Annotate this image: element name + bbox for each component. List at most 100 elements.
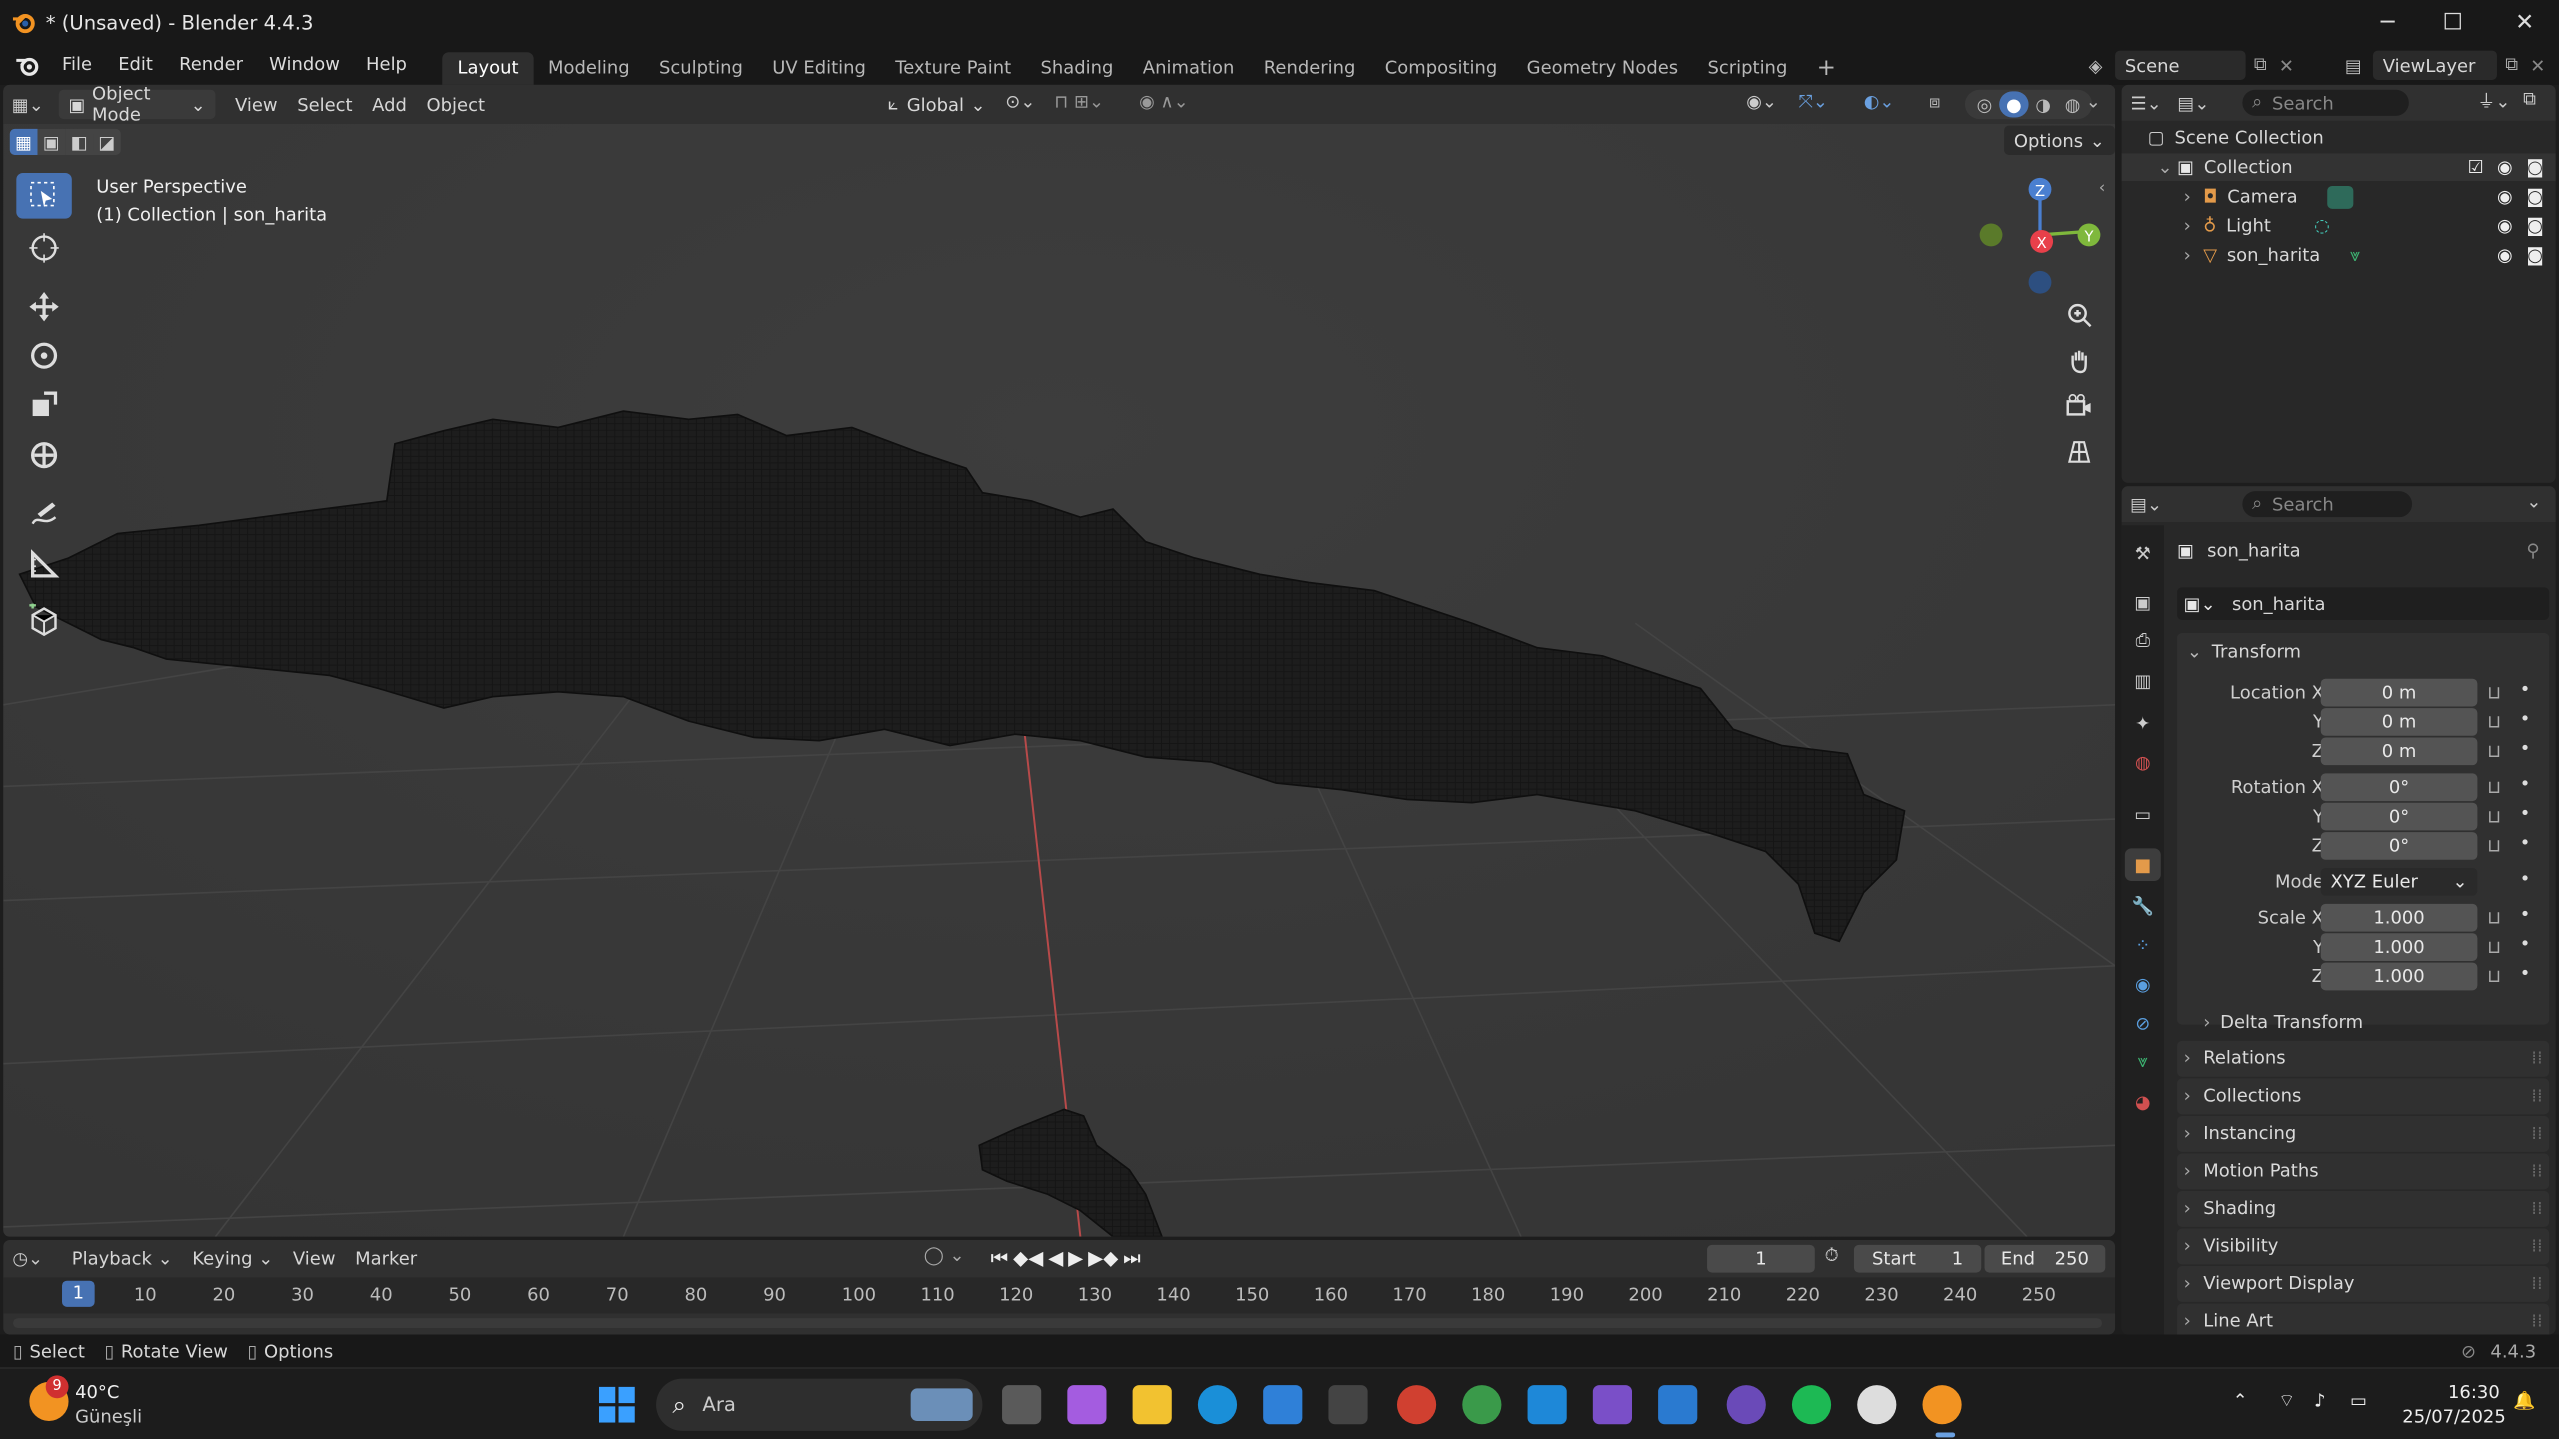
tab-texture-paint[interactable]: Texture Paint	[881, 52, 1026, 85]
drag-handle-icon[interactable]: ⁞⁞	[2531, 1041, 2542, 1077]
shading-options-chevron-icon[interactable]: ⌄	[2086, 91, 2101, 112]
keyframe-dot-icon[interactable]: •	[2520, 708, 2531, 729]
weather-temp[interactable]: 40°C	[75, 1382, 119, 1403]
panel-relations[interactable]: › Relations ⁞⁞	[2177, 1040, 2550, 1077]
transform-panel-header[interactable]: ⌄ Transform	[2177, 633, 2549, 669]
edge-icon[interactable]	[1197, 1385, 1238, 1425]
physics-tab-icon[interactable]: ◉	[2128, 969, 2157, 998]
outliner-item-light[interactable]: › ♁ Light ◌ ◉ ◙	[2122, 212, 2556, 240]
world-tab-icon[interactable]: ◍	[2128, 747, 2157, 776]
expand-chevron-icon[interactable]: ›	[2184, 215, 2204, 236]
delta-transform-subpanel[interactable]: › Delta Transform	[2203, 1008, 2363, 1034]
tray-chevron-icon[interactable]: ⌃	[2233, 1390, 2248, 1411]
timeline-menu-view[interactable]: View	[283, 1247, 345, 1268]
drag-handle-icon[interactable]: ⁞⁞	[2531, 1266, 2542, 1302]
timeline-menu-keying[interactable]: Keying ⌄	[182, 1247, 283, 1268]
expand-chevron-icon[interactable]: ›	[2184, 186, 2204, 207]
delete-scene-icon[interactable]: ✕	[2275, 55, 2298, 76]
location-y-field[interactable]: 0 m	[2320, 708, 2478, 736]
lock-icon[interactable]: ⊔	[2487, 682, 2501, 703]
select-new-icon[interactable]: ▦	[9, 128, 38, 155]
expand-chevron-icon[interactable]: ⌄	[2158, 157, 2178, 178]
visibility-eye-icon[interactable]: ◉	[2497, 157, 2513, 178]
jump-keyframe-forward-icon[interactable]: ▶◆	[1088, 1246, 1118, 1269]
navigation-gizmo[interactable]: Z Y X	[1971, 170, 2111, 301]
scene-name[interactable]: Scene	[2115, 50, 2246, 80]
rotation-y-field[interactable]: 0°	[2320, 802, 2478, 831]
drag-handle-icon[interactable]: ⁞⁞	[2531, 1229, 2542, 1265]
notepad-icon[interactable]	[1658, 1385, 1698, 1425]
keyframe-dot-icon[interactable]: •	[2520, 737, 2531, 758]
outliner-editor-type-icon[interactable]: ☰⌄	[2122, 92, 2171, 113]
menu-render[interactable]: Render	[166, 46, 256, 85]
viewport-menu-view[interactable]: View	[225, 94, 287, 115]
jump-keyframe-back-icon[interactable]: ◆◀	[1013, 1246, 1043, 1269]
jump-start-icon[interactable]: ⏮	[991, 1246, 1009, 1270]
gizmo-toggle-icon[interactable]: ⤧⌄	[1798, 91, 1827, 114]
scene-selector[interactable]: ◈ Scene ⧉ ✕	[2076, 50, 2298, 80]
visibility-eye-icon[interactable]: ◉	[2497, 215, 2513, 236]
3d-viewport[interactable]: ▦⌄ ▣ Object Mode ⌄ View Select Add Object …	[3, 84, 2116, 1237]
lock-icon[interactable]: ⊔	[2487, 806, 2501, 827]
menu-help[interactable]: Help	[353, 46, 420, 85]
timeline-editor-type-icon[interactable]: ◷⌄	[3, 1247, 52, 1268]
keyframe-dot-icon[interactable]: •	[2520, 803, 2531, 824]
orientation-dropdown[interactable]: ⟀ Global ⌄	[878, 90, 992, 119]
visibility-eye-icon[interactable]: ◉	[2497, 186, 2513, 207]
task-view-icon[interactable]	[1002, 1385, 1042, 1425]
tab-layout[interactable]: Layout	[442, 52, 534, 85]
menu-file[interactable]: File	[49, 46, 105, 85]
viewport-menu-select[interactable]: Select	[287, 94, 362, 115]
collection-row[interactable]: ⌄ ▣ Collection ☑ ◉ ◙	[2121, 153, 2556, 182]
camera-data-icon[interactable]	[2327, 185, 2354, 209]
blender-taskbar-icon[interactable]	[1922, 1385, 1962, 1425]
jump-end-icon[interactable]: ⏭	[1123, 1246, 1141, 1270]
rotation-z-field[interactable]: 0°	[2320, 832, 2478, 860]
timeline-menu-marker[interactable]: Marker	[345, 1247, 427, 1268]
data-tab-icon[interactable]: ⩔	[2128, 1047, 2157, 1076]
keyframe-dot-icon[interactable]: •	[2520, 904, 2531, 925]
mode-dropdown[interactable]: ▣ Object Mode ⌄	[58, 85, 216, 126]
measure-tool-icon[interactable]	[16, 542, 71, 588]
add-workspace-button[interactable]: +	[1802, 52, 1851, 85]
location-z-field[interactable]: 0 m	[2320, 737, 2478, 766]
tab-uv-editing[interactable]: UV Editing	[758, 52, 881, 85]
move-tool-icon[interactable]	[16, 284, 71, 330]
new-collection-icon[interactable]: ⧉	[2523, 88, 2536, 111]
annotate-tool-icon[interactable]	[16, 491, 71, 537]
overlay-toggle-icon[interactable]: ◐⌄	[1864, 91, 1895, 112]
pin-icon[interactable]: ⚲	[2526, 539, 2539, 560]
viewlayer-name[interactable]: ViewLayer	[2372, 50, 2497, 80]
copilot-icon[interactable]	[1067, 1385, 1107, 1425]
location-x-field[interactable]: 0 m	[2320, 678, 2478, 707]
pan-hand-icon[interactable]	[2058, 339, 2100, 381]
auto-keying-icon[interactable]: ◯ ⌄	[924, 1245, 965, 1266]
keyframe-dot-icon[interactable]: •	[2520, 933, 2531, 954]
current-frame-field[interactable]: 1	[1707, 1244, 1815, 1273]
play-icon[interactable]: ▶	[1068, 1246, 1083, 1269]
timeline-scrollbar[interactable]	[13, 1318, 2103, 1329]
drag-handle-icon[interactable]: ⁞⁞	[2531, 1078, 2542, 1114]
vscode-icon[interactable]	[1527, 1385, 1567, 1425]
timeline-menu-playback[interactable]: Playback ⌄	[62, 1247, 182, 1268]
panel-visibility[interactable]: › Visibility ⁞⁞	[2177, 1228, 2550, 1265]
panel-instancing[interactable]: › Instancing ⁞⁞	[2177, 1115, 2550, 1152]
render-camera-icon[interactable]: ◙	[2526, 157, 2543, 178]
proportional-edit-icon[interactable]: ◉ ∧⌄	[1139, 91, 1189, 112]
ortho-grid-icon[interactable]	[2058, 431, 2100, 473]
keyframe-dot-icon[interactable]: •	[2520, 868, 2531, 889]
volume-icon[interactable]: ♪	[2314, 1390, 2325, 1411]
object-tab-icon[interactable]: ■	[2124, 848, 2161, 882]
chrome-profile-icon[interactable]	[1462, 1385, 1502, 1425]
maximize-button[interactable]: ☐	[2428, 7, 2477, 40]
tab-compositing[interactable]: Compositing	[1370, 52, 1512, 85]
object-browse-icon[interactable]: ▣⌄	[2184, 593, 2216, 614]
drag-handle-icon[interactable]: ⁞⁞	[2531, 1191, 2542, 1227]
keyframe-dot-icon[interactable]: •	[2520, 773, 2531, 794]
solid-shading-icon[interactable]: ●	[1999, 91, 2029, 118]
render-camera-icon[interactable]: ◙	[2526, 215, 2543, 236]
display-mode-icon[interactable]: ▤⌄	[2171, 92, 2217, 113]
unity-icon[interactable]	[1328, 1385, 1368, 1425]
stopwatch-icon[interactable]: ⏱	[1825, 1245, 1839, 1268]
scale-tool-icon[interactable]	[16, 382, 71, 428]
